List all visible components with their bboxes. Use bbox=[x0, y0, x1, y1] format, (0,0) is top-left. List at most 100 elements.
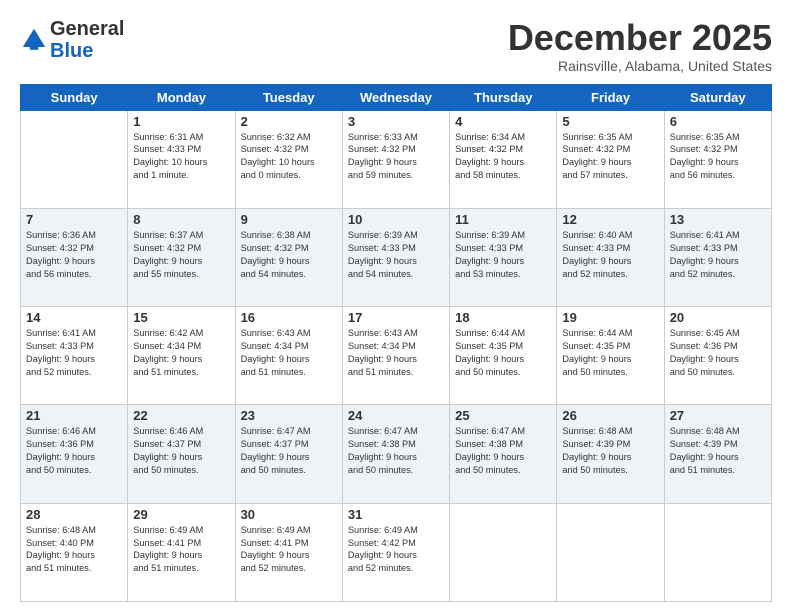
calendar-cell: 30Sunrise: 6:49 AMSunset: 4:41 PMDayligh… bbox=[235, 503, 342, 601]
calendar-cell: 19 Sunrise: 6:44 AMSunset: 4:35 PMDayligh… bbox=[557, 307, 664, 405]
calendar-week-3: 14 Sunrise: 6:41 AMSunset: 4:33 PMDayligh… bbox=[21, 307, 772, 405]
day-info: Sunrise: 6:46 AMSunset: 4:37 PMDaylight:… bbox=[133, 425, 229, 477]
day-info: Sunrise: 6:44 AMSunset: 4:35 PMDaylight:… bbox=[455, 327, 551, 379]
logo: General Blue bbox=[20, 18, 124, 62]
calendar-cell: 21 Sunrise: 6:46 AMSunset: 4:36 PMDayligh… bbox=[21, 405, 128, 503]
calendar-header-saturday: Saturday bbox=[664, 84, 771, 110]
day-info: Sunrise: 6:41 AMSunset: 4:33 PMDaylight:… bbox=[670, 229, 766, 281]
calendar-cell: 6 Sunrise: 6:35 AMSunset: 4:32 PMDaylight… bbox=[664, 110, 771, 208]
day-info: Sunrise: 6:34 AMSunset: 4:32 PMDaylight:… bbox=[455, 131, 551, 183]
calendar-cell: 10 Sunrise: 6:39 AMSunset: 4:33 PMDayligh… bbox=[342, 208, 449, 306]
calendar-cell: 1 Sunrise: 6:31 AMSunset: 4:33 PMDaylight… bbox=[128, 110, 235, 208]
calendar-header-monday: Monday bbox=[128, 84, 235, 110]
day-number: 12 bbox=[562, 212, 658, 227]
calendar-cell: 28Sunrise: 6:48 AMSunset: 4:40 PMDayligh… bbox=[21, 503, 128, 601]
calendar-cell: 2 Sunrise: 6:32 AMSunset: 4:32 PMDaylight… bbox=[235, 110, 342, 208]
title-block: December 2025 Rainsville, Alabama, Unite… bbox=[508, 18, 772, 74]
day-number: 8 bbox=[133, 212, 229, 227]
calendar-header-friday: Friday bbox=[557, 84, 664, 110]
logo-general-text: General bbox=[50, 18, 124, 40]
day-number: 22 bbox=[133, 408, 229, 423]
day-info: Sunrise: 6:47 AMSunset: 4:38 PMDaylight:… bbox=[455, 425, 551, 477]
day-number: 14 bbox=[26, 310, 122, 325]
calendar-cell: 25 Sunrise: 6:47 AMSunset: 4:38 PMDayligh… bbox=[450, 405, 557, 503]
calendar-cell: 12 Sunrise: 6:40 AMSunset: 4:33 PMDayligh… bbox=[557, 208, 664, 306]
day-info: Sunrise: 6:35 AMSunset: 4:32 PMDaylight:… bbox=[562, 131, 658, 183]
day-number: 5 bbox=[562, 114, 658, 129]
day-number: 7 bbox=[26, 212, 122, 227]
month-title: December 2025 bbox=[508, 18, 772, 58]
day-number: 19 bbox=[562, 310, 658, 325]
calendar-cell: 3 Sunrise: 6:33 AMSunset: 4:32 PMDaylight… bbox=[342, 110, 449, 208]
day-info: Sunrise: 6:32 AMSunset: 4:32 PMDaylight:… bbox=[241, 131, 337, 183]
day-number: 18 bbox=[455, 310, 551, 325]
day-number: 2 bbox=[241, 114, 337, 129]
day-number: 31 bbox=[348, 507, 444, 522]
day-info: Sunrise: 6:44 AMSunset: 4:35 PMDaylight:… bbox=[562, 327, 658, 379]
calendar-cell: 14 Sunrise: 6:41 AMSunset: 4:33 PMDayligh… bbox=[21, 307, 128, 405]
logo-blue-text: Blue bbox=[50, 40, 93, 62]
day-info: Sunrise: 6:48 AMSunset: 4:39 PMDaylight:… bbox=[562, 425, 658, 477]
calendar-cell bbox=[21, 110, 128, 208]
day-info: Sunrise: 6:31 AMSunset: 4:33 PMDaylight:… bbox=[133, 131, 229, 183]
day-info: Sunrise: 6:48 AMSunset: 4:39 PMDaylight:… bbox=[670, 425, 766, 477]
calendar-cell: 8 Sunrise: 6:37 AMSunset: 4:32 PMDaylight… bbox=[128, 208, 235, 306]
calendar-cell: 22 Sunrise: 6:46 AMSunset: 4:37 PMDayligh… bbox=[128, 405, 235, 503]
day-number: 4 bbox=[455, 114, 551, 129]
day-number: 6 bbox=[670, 114, 766, 129]
day-number: 13 bbox=[670, 212, 766, 227]
day-number: 10 bbox=[348, 212, 444, 227]
calendar-week-5: 28Sunrise: 6:48 AMSunset: 4:40 PMDayligh… bbox=[21, 503, 772, 601]
day-number: 21 bbox=[26, 408, 122, 423]
calendar-cell: 26Sunrise: 6:48 AMSunset: 4:39 PMDayligh… bbox=[557, 405, 664, 503]
calendar-cell: 18 Sunrise: 6:44 AMSunset: 4:35 PMDayligh… bbox=[450, 307, 557, 405]
day-number: 17 bbox=[348, 310, 444, 325]
calendar-cell bbox=[450, 503, 557, 601]
location: Rainsville, Alabama, United States bbox=[508, 58, 772, 74]
day-number: 23 bbox=[241, 408, 337, 423]
calendar-cell: 16Sunrise: 6:43 AMSunset: 4:34 PMDayligh… bbox=[235, 307, 342, 405]
day-info: Sunrise: 6:41 AMSunset: 4:33 PMDaylight:… bbox=[26, 327, 122, 379]
day-number: 3 bbox=[348, 114, 444, 129]
day-info: Sunrise: 6:43 AMSunset: 4:34 PMDaylight:… bbox=[241, 327, 337, 379]
day-info: Sunrise: 6:45 AMSunset: 4:36 PMDaylight:… bbox=[670, 327, 766, 379]
calendar-cell: 24Sunrise: 6:47 AMSunset: 4:38 PMDayligh… bbox=[342, 405, 449, 503]
day-info: Sunrise: 6:49 AMSunset: 4:41 PMDaylight:… bbox=[133, 524, 229, 576]
day-number: 20 bbox=[670, 310, 766, 325]
calendar-header-wednesday: Wednesday bbox=[342, 84, 449, 110]
calendar-cell: 23Sunrise: 6:47 AMSunset: 4:37 PMDayligh… bbox=[235, 405, 342, 503]
day-info: Sunrise: 6:36 AMSunset: 4:32 PMDaylight:… bbox=[26, 229, 122, 281]
day-number: 9 bbox=[241, 212, 337, 227]
day-info: Sunrise: 6:33 AMSunset: 4:32 PMDaylight:… bbox=[348, 131, 444, 183]
calendar-cell: 4 Sunrise: 6:34 AMSunset: 4:32 PMDaylight… bbox=[450, 110, 557, 208]
day-info: Sunrise: 6:40 AMSunset: 4:33 PMDaylight:… bbox=[562, 229, 658, 281]
calendar-cell: 13 Sunrise: 6:41 AMSunset: 4:33 PMDayligh… bbox=[664, 208, 771, 306]
calendar-cell: 29Sunrise: 6:49 AMSunset: 4:41 PMDayligh… bbox=[128, 503, 235, 601]
calendar-cell: 17 Sunrise: 6:43 AMSunset: 4:34 PMDayligh… bbox=[342, 307, 449, 405]
day-info: Sunrise: 6:46 AMSunset: 4:36 PMDaylight:… bbox=[26, 425, 122, 477]
header: General Blue December 2025 Rainsville, A… bbox=[20, 18, 772, 74]
day-info: Sunrise: 6:49 AMSunset: 4:41 PMDaylight:… bbox=[241, 524, 337, 576]
day-number: 27 bbox=[670, 408, 766, 423]
day-number: 1 bbox=[133, 114, 229, 129]
day-number: 11 bbox=[455, 212, 551, 227]
calendar-week-2: 7 Sunrise: 6:36 AMSunset: 4:32 PMDaylight… bbox=[21, 208, 772, 306]
calendar-cell: 7 Sunrise: 6:36 AMSunset: 4:32 PMDaylight… bbox=[21, 208, 128, 306]
logo-icon bbox=[20, 26, 48, 54]
day-info: Sunrise: 6:39 AMSunset: 4:33 PMDaylight:… bbox=[455, 229, 551, 281]
calendar-cell: 31Sunrise: 6:49 AMSunset: 4:42 PMDayligh… bbox=[342, 503, 449, 601]
page: General Blue December 2025 Rainsville, A… bbox=[0, 0, 792, 612]
calendar-cell bbox=[557, 503, 664, 601]
calendar-cell: 20 Sunrise: 6:45 AMSunset: 4:36 PMDayligh… bbox=[664, 307, 771, 405]
day-number: 15 bbox=[133, 310, 229, 325]
day-info: Sunrise: 6:35 AMSunset: 4:32 PMDaylight:… bbox=[670, 131, 766, 183]
day-info: Sunrise: 6:39 AMSunset: 4:33 PMDaylight:… bbox=[348, 229, 444, 281]
day-info: Sunrise: 6:47 AMSunset: 4:38 PMDaylight:… bbox=[348, 425, 444, 477]
day-number: 25 bbox=[455, 408, 551, 423]
day-info: Sunrise: 6:37 AMSunset: 4:32 PMDaylight:… bbox=[133, 229, 229, 281]
calendar-header-thursday: Thursday bbox=[450, 84, 557, 110]
day-info: Sunrise: 6:43 AMSunset: 4:34 PMDaylight:… bbox=[348, 327, 444, 379]
calendar-header-sunday: Sunday bbox=[21, 84, 128, 110]
calendar-cell: 15Sunrise: 6:42 AMSunset: 4:34 PMDayligh… bbox=[128, 307, 235, 405]
calendar-table: SundayMondayTuesdayWednesdayThursdayFrid… bbox=[20, 84, 772, 602]
